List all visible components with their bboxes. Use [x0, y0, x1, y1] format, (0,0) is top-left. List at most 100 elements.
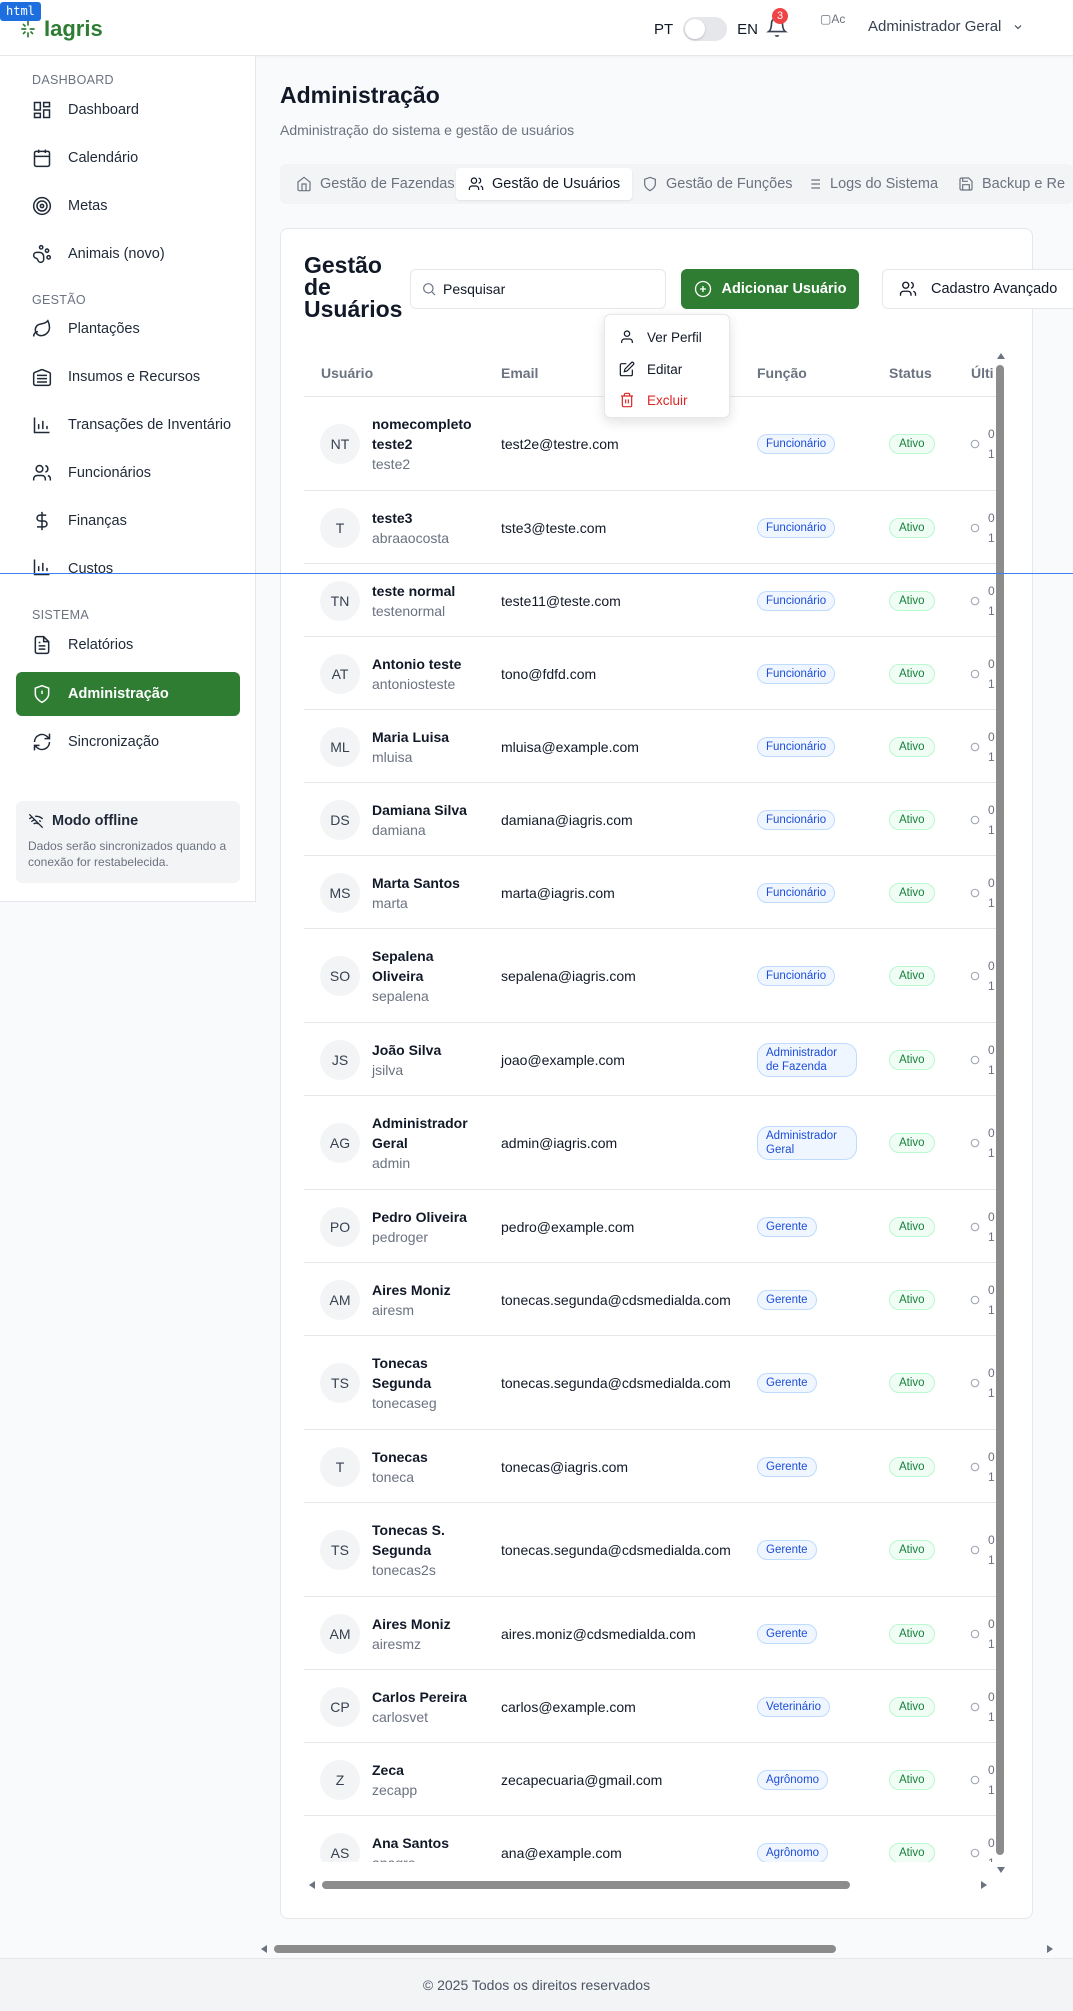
status-badge: Ativo	[889, 1456, 935, 1477]
table-row[interactable]: AM Aires Moniz airesm tonecas.segunda@cdsme…	[304, 1262, 996, 1335]
html-element-tag: html	[0, 2, 41, 21]
role-badge: Agrônomo	[757, 1842, 829, 1862]
table-row[interactable]: Z Zeca zecapp zecapecuaria@gmail.com Agrônom…	[304, 1742, 996, 1815]
column-header-user[interactable]: Usuário	[321, 365, 373, 381]
search-input[interactable]: Pesquisar	[410, 269, 666, 309]
scroll-down-arrow[interactable]	[996, 1866, 1006, 1874]
last-access: 01	[988, 1447, 995, 1487]
user-menu-name[interactable]: Administrador Geral	[868, 18, 1001, 35]
table-row[interactable]: MS Marta Santos marta marta@iagris.com Funci…	[304, 855, 996, 928]
status-badge: Ativo	[889, 1540, 935, 1560]
offline-notice: Modo offline Dados serão sincronizados q…	[16, 801, 240, 883]
page-horizontal-scrollbar[interactable]	[274, 1945, 836, 1953]
user-login: antoniosteste	[372, 675, 456, 692]
card-title: Gestão de Usuários	[304, 252, 403, 322]
menu-view-profile[interactable]: Ver Perfil	[619, 327, 702, 347]
last-access-line: 0	[988, 1366, 995, 1380]
last-access-line: 1	[988, 979, 995, 993]
table-row[interactable]: TS Tonecas S. Segunda tonecas2s tonecas.seg…	[304, 1502, 996, 1596]
sidebar-item-administration[interactable]: Administração	[16, 672, 240, 716]
user-login: tonecas2s	[372, 1562, 436, 1578]
role-badge: Gerente	[757, 1623, 817, 1644]
table-row[interactable]: CP Carlos Pereira carlosvet carlos@example.…	[304, 1669, 996, 1742]
last-access-line: 0	[988, 802, 995, 817]
user-login: jsilva	[372, 1061, 404, 1078]
table-row[interactable]: AT Antonio teste antoniosteste tono@fdfd.co…	[304, 636, 996, 709]
table-row[interactable]: ML Maria Luisa mluisa mluisa@example.com Fun…	[304, 709, 996, 782]
role-badge: Funcionário	[757, 434, 836, 454]
search-icon	[423, 283, 436, 296]
sidebar-item-calendar[interactable]: Calendário	[16, 136, 240, 180]
user-email: aires.moniz@cdsmedialda.com	[501, 1625, 696, 1642]
tab-roles[interactable]: Gestão de Funções	[630, 168, 805, 200]
table-row[interactable]: PO Pedro Oliveira pedroger pedro@example.co…	[304, 1189, 996, 1262]
page-scroll-left-arrow[interactable]	[260, 1944, 268, 1954]
tab-logs[interactable]: Logs do Sistema	[794, 168, 950, 200]
table-row[interactable]: AG Administrador Geral admin admin@iagris.c…	[304, 1095, 996, 1189]
vertical-scrollbar[interactable]	[996, 365, 1004, 1855]
section-title-management: GESTÃO	[32, 293, 86, 307]
table-row[interactable]: AS Ana Santos anagro ana@example.com Agrônom…	[304, 1815, 996, 1862]
sidebar-item-label: Administração	[68, 686, 169, 702]
last-access-line: 1	[988, 1386, 995, 1400]
scroll-left-arrow[interactable]	[308, 1880, 316, 1890]
table-horizontal-scrollbar[interactable]	[322, 1881, 850, 1889]
menu-delete[interactable]: Excluir	[619, 390, 688, 410]
menu-edit[interactable]: Editar	[619, 359, 682, 379]
sidebar-item-plantations[interactable]: Plantações	[16, 307, 240, 351]
table-row[interactable]: T Tonecas toneca tonecas@iagris.com Gerente A…	[304, 1429, 996, 1502]
sidebar-item-supplies[interactable]: Insumos e Recursos	[16, 355, 240, 399]
clock-icon	[970, 888, 980, 897]
lang-en-label: EN	[737, 20, 759, 38]
user-avatar: T	[320, 507, 360, 548]
add-user-button[interactable]: Adicionar Usuário	[681, 269, 859, 309]
column-header-role[interactable]: Função	[757, 365, 807, 381]
sidebar-item-dashboard[interactable]: Dashboard	[16, 88, 240, 132]
page-scroll-right-arrow[interactable]	[1046, 1944, 1054, 1954]
user-name-cell: Administrador Geral admin	[372, 1113, 482, 1173]
sidebar-item-animals[interactable]: Animais (novo)	[16, 232, 240, 276]
column-header-last[interactable]: Últi	[971, 365, 994, 381]
table-row[interactable]: SO Sepalena Oliveira sepalena sepalena@iagr…	[304, 928, 996, 1022]
advanced-register-button[interactable]: Cadastro Avançado	[882, 269, 1073, 309]
table-row[interactable]: Tteste3 abraaocosta tste3@teste.com Funcion…	[304, 490, 996, 563]
user-email: test2e@testre.com	[501, 436, 619, 452]
sidebar-item-label: Funcionários	[68, 465, 152, 481]
tab-backup[interactable]: Backup e Re	[946, 168, 1073, 200]
scroll-right-arrow[interactable]	[980, 1880, 988, 1890]
clock-icon	[970, 439, 980, 449]
user-full-name: nomecompleto teste2	[372, 416, 472, 452]
notification-badge: 3	[772, 8, 788, 24]
last-access-line: 1	[988, 1146, 995, 1160]
tab-users[interactable]: Gestão de Usuários	[456, 168, 633, 200]
user-login: sepalena	[372, 988, 429, 1004]
avatar[interactable]: ▢Ac	[820, 12, 854, 36]
last-access-line: 1	[988, 447, 995, 461]
scroll-up-arrow[interactable]	[996, 352, 1006, 360]
user-avatar: TS	[320, 1530, 360, 1570]
tab-farms[interactable]: Gestão de Fazendas	[284, 168, 467, 200]
user-name-cell: teste normal testenormal	[372, 581, 482, 621]
table-row[interactable]: DS Damiana Silva damiana damiana@iagris.com…	[304, 782, 996, 855]
sidebar-item-sync[interactable]: Sincronização	[16, 720, 240, 764]
users-table: NT nomecompleto teste2 teste2 test2e@testre…	[304, 396, 996, 1862]
column-header-status[interactable]: Status	[889, 365, 932, 381]
column-header-email[interactable]: Email	[501, 365, 538, 381]
language-switch[interactable]: PT EN	[654, 17, 758, 41]
sidebar-item-inventory[interactable]: Transações de Inventário	[16, 403, 240, 447]
table-row[interactable]: JS João Silva jsilva joao@example.com Admini…	[304, 1022, 996, 1095]
status-badge: Ativo	[889, 1769, 935, 1790]
sidebar-item-reports[interactable]: Relatórios	[16, 623, 240, 667]
clock-icon	[970, 1378, 980, 1388]
user-full-name: Aires Moniz	[372, 1281, 451, 1298]
sidebar-item-finances[interactable]: Finanças	[16, 499, 240, 543]
last-access: 01	[988, 800, 995, 840]
sidebar-item-goals[interactable]: Metas	[16, 184, 240, 228]
dashboard-icon	[33, 101, 51, 119]
user-email: marta@iagris.com	[501, 884, 615, 901]
chevron-down-icon[interactable]	[1012, 21, 1024, 33]
table-row[interactable]: TS Tonecas Segunda tonecaseg tonecas.segund…	[304, 1335, 996, 1429]
table-row[interactable]: AM Aires Moniz airesmz aires.moniz@cdsmedia…	[304, 1596, 996, 1669]
language-toggle[interactable]	[683, 17, 728, 41]
sidebar-item-employees[interactable]: Funcionários	[16, 451, 240, 495]
